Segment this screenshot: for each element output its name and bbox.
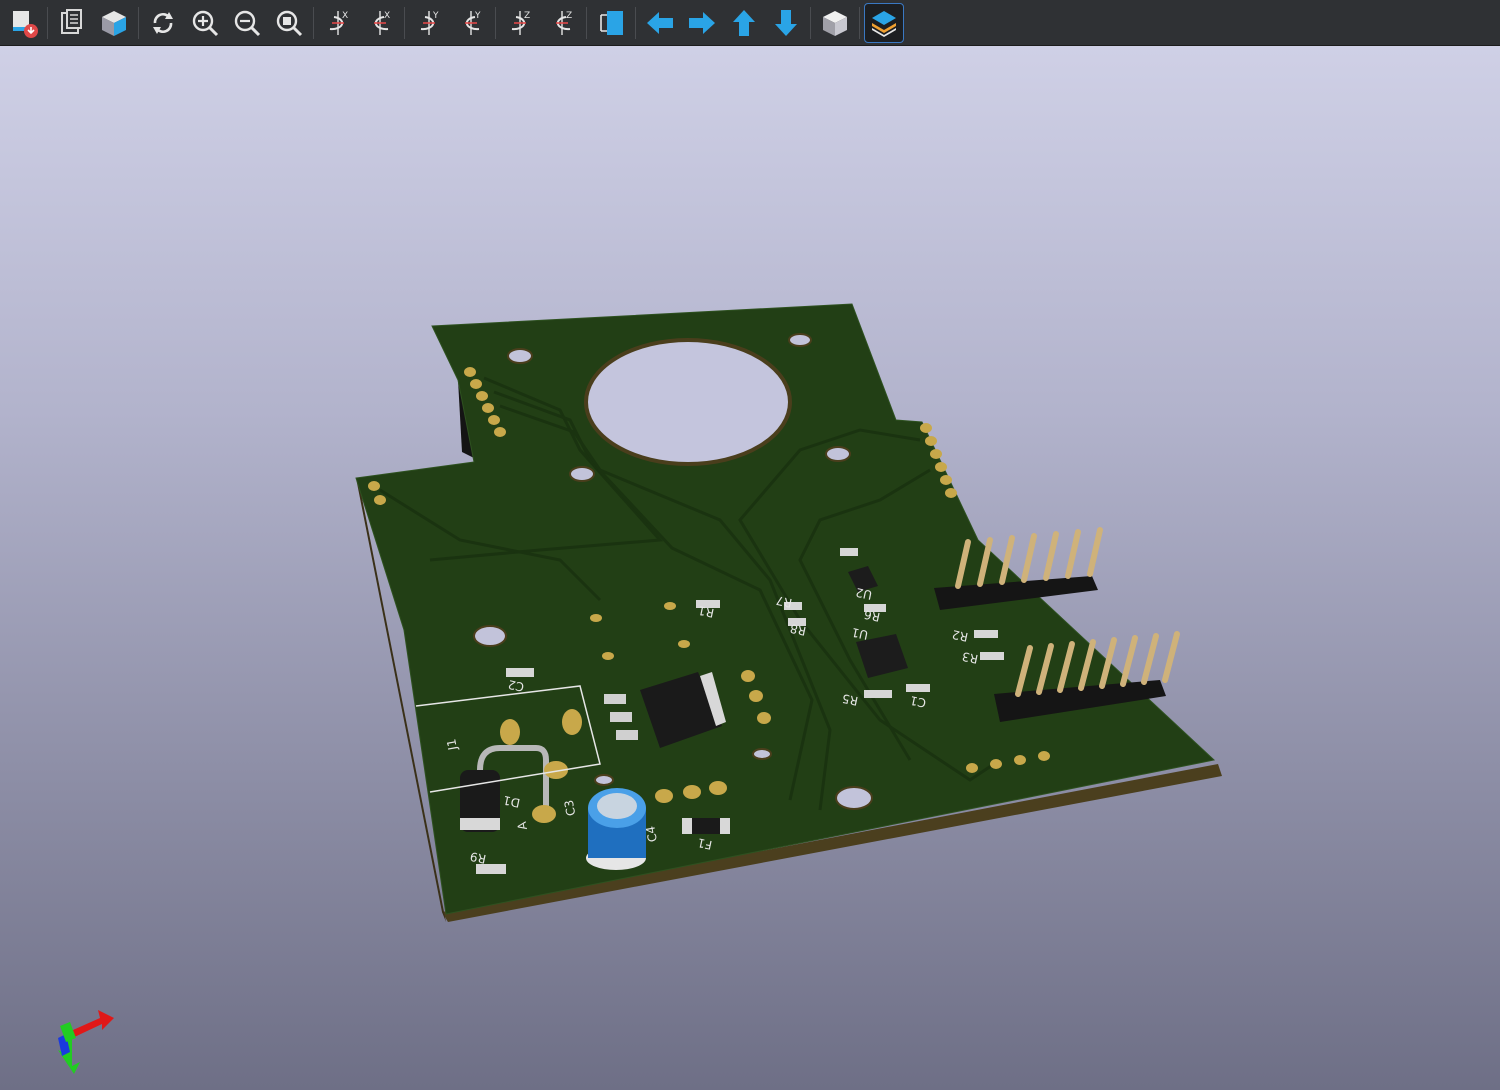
edge-pad — [990, 759, 1002, 769]
rotate-x-ccw-button[interactable]: X — [361, 4, 399, 42]
ortho-cube-icon — [823, 10, 847, 36]
toolbar-separator — [404, 6, 405, 39]
zoom-out-button[interactable] — [228, 4, 266, 42]
svg-text:Z: Z — [524, 11, 530, 21]
pcb-board-render: R1 R2 R3 R5 R6 R7 R8 R9 C1 C2 C3 C4 U2 U… — [355, 303, 1222, 922]
header-pin — [1141, 633, 1159, 685]
toolbar-separator — [495, 6, 496, 39]
toolbar-separator — [859, 6, 860, 39]
toolbar-separator — [138, 6, 139, 39]
svg-text:Y: Y — [474, 11, 481, 21]
layers-button[interactable] — [864, 2, 904, 43]
edge-pad — [925, 436, 937, 446]
edge-pad — [368, 481, 380, 491]
edge-pad — [930, 449, 942, 459]
move-up-button[interactable] — [725, 4, 763, 42]
rotate-y-cw-icon: Y — [420, 10, 439, 35]
zoom-fit-button[interactable] — [270, 4, 308, 42]
capacitor-c3 — [586, 788, 646, 870]
edge-pad — [470, 379, 482, 389]
zoom-in-button[interactable] — [186, 4, 224, 42]
svg-text:Y: Y — [432, 11, 439, 21]
motor-hole — [584, 338, 792, 466]
toolbar-separator — [810, 6, 811, 39]
raytrace-button[interactable] — [95, 4, 133, 42]
edge-pad — [945, 488, 957, 498]
rotate-y-ccw-button[interactable]: Y — [452, 4, 490, 42]
header-pin — [1087, 527, 1103, 577]
reload-board-icon — [13, 10, 38, 38]
refresh-button[interactable] — [144, 4, 182, 42]
edge-pad — [476, 391, 488, 401]
layers-icon — [872, 10, 896, 37]
ortho-view-button[interactable] — [816, 4, 854, 42]
move-left-button[interactable] — [641, 4, 679, 42]
label-j1: J1 — [444, 738, 460, 752]
move-right-button[interactable] — [683, 4, 721, 42]
edge-pad — [488, 415, 500, 425]
rotate-y-cw-button[interactable]: Y — [410, 4, 448, 42]
header-pin — [1021, 533, 1037, 583]
rotate-x-cw-icon: X — [329, 10, 348, 35]
copy-image-button[interactable] — [53, 4, 91, 42]
raytrace-cube-icon — [102, 10, 126, 36]
arrow-down-icon — [775, 9, 797, 36]
header-pin — [1120, 635, 1138, 687]
zoom-in-icon — [192, 10, 219, 36]
arrow-right-icon — [689, 11, 715, 34]
edge-pad — [1014, 755, 1026, 765]
arrow-left-icon — [647, 11, 673, 34]
label-f1: F1 — [696, 835, 713, 852]
rotate-z-cw-button[interactable]: Z — [501, 4, 539, 42]
edge-pad — [935, 462, 947, 472]
header-pin — [1162, 631, 1180, 683]
copy-icon — [61, 8, 82, 34]
axis-orientation-icon — [58, 1010, 114, 1074]
rotate-y-ccw-icon: Y — [465, 10, 481, 35]
rotate-z-ccw-button[interactable]: Z — [543, 4, 581, 42]
arrow-up-icon — [733, 9, 755, 36]
svg-text:X: X — [342, 11, 348, 21]
header-pin — [1043, 531, 1059, 581]
toolbar: XXYYZZ — [0, 0, 1500, 46]
edge-pad — [464, 367, 476, 377]
edge-pad — [374, 495, 386, 505]
svg-text:X: X — [384, 11, 390, 21]
edge-pad — [920, 423, 932, 433]
edge-pad — [966, 763, 978, 773]
svg-text:Z: Z — [566, 11, 572, 21]
toolbar-separator — [47, 6, 48, 39]
rotate-z-ccw-icon: Z — [556, 10, 572, 35]
edge-pad — [940, 475, 952, 485]
toolbar-separator — [635, 6, 636, 39]
fuse-f1 — [682, 818, 730, 834]
edge-pad — [494, 427, 506, 437]
label-c4: C4 — [643, 825, 660, 843]
zoom-fit-icon — [276, 10, 303, 36]
flip-board-button[interactable] — [592, 4, 630, 42]
edge-pad — [482, 403, 494, 413]
3d-viewport[interactable]: R1 R2 R3 R5 R6 R7 R8 R9 C1 C2 C3 C4 U2 U… — [0, 46, 1500, 1090]
move-down-button[interactable] — [767, 4, 805, 42]
zoom-out-icon — [234, 10, 261, 36]
rotate-x-ccw-icon: X — [374, 10, 390, 35]
flip-board-icon — [600, 10, 623, 35]
refresh-icon — [153, 11, 173, 34]
reload-board-button[interactable] — [4, 4, 42, 42]
header-pin — [1065, 529, 1081, 579]
edge-pad — [1038, 751, 1050, 761]
label-c3: C3 — [562, 799, 579, 817]
toolbar-separator — [313, 6, 314, 39]
toolbar-separator — [586, 6, 587, 39]
rotate-z-cw-icon: Z — [511, 10, 530, 35]
rotate-x-cw-button[interactable]: X — [319, 4, 357, 42]
